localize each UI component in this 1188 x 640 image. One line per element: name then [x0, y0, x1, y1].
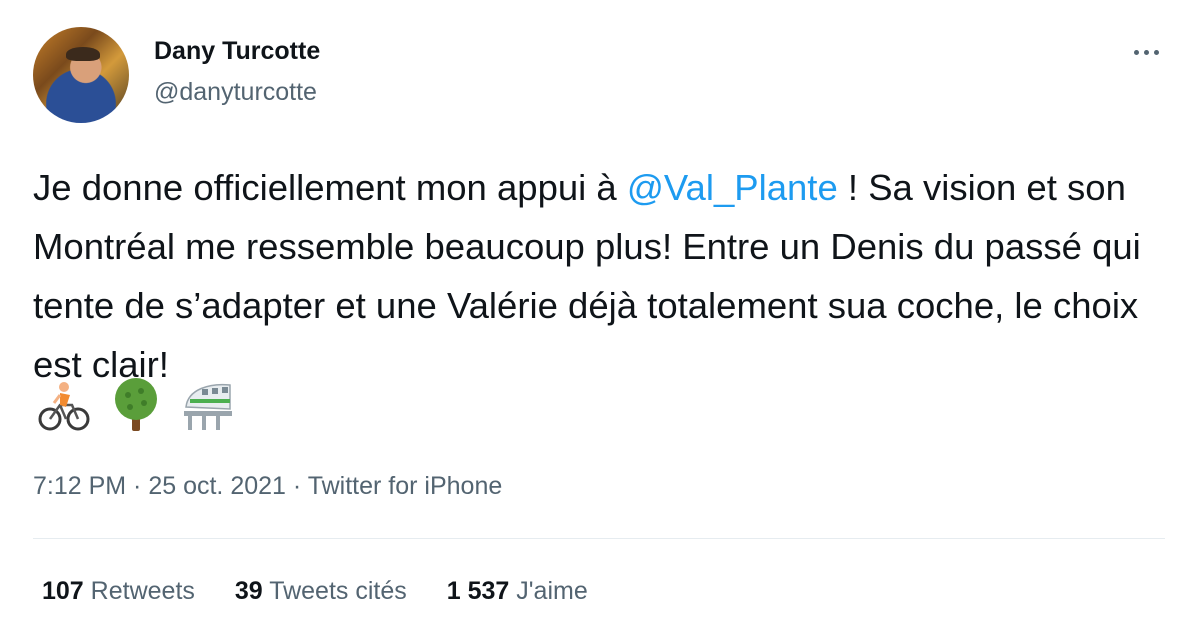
- meta-separator: ·: [285, 472, 308, 500]
- retweets-stat[interactable]: 107 Retweets: [42, 577, 195, 606]
- retweets-count: 107: [42, 577, 84, 605]
- tweet-meta: 7:12 PM · 25 oct. 2021 · Twitter for iPh…: [33, 472, 502, 501]
- likes-count: 1 537: [446, 577, 510, 605]
- tweet-source[interactable]: Twitter for iPhone: [308, 472, 503, 500]
- monorail-icon: [184, 383, 232, 430]
- tweet-time[interactable]: 7:12 PM: [33, 472, 126, 500]
- quotes-stat[interactable]: 39 Tweets cités: [235, 577, 407, 606]
- quotes-label: Tweets cités: [269, 577, 407, 605]
- tree-icon: [115, 378, 157, 431]
- likes-stat[interactable]: 1 537 J'aime: [447, 577, 588, 606]
- author-name[interactable]: Dany Turcotte: [154, 37, 320, 66]
- emoji-row: [36, 377, 236, 433]
- bicyclist-icon: [38, 382, 90, 431]
- author-handle[interactable]: @danyturcotte: [154, 78, 317, 107]
- divider: [33, 538, 1165, 539]
- quotes-count: 39: [234, 577, 263, 605]
- more-dot: [1153, 49, 1159, 55]
- avatar[interactable]: [33, 27, 129, 123]
- more-dot: [1143, 49, 1149, 55]
- avatar-hair: [66, 47, 100, 61]
- retweets-label: Retweets: [90, 577, 195, 605]
- meta-separator: ·: [126, 472, 149, 500]
- more-options-icon[interactable]: [1124, 40, 1168, 64]
- tweet-text-start: Je donne officiellement mon appui à: [33, 167, 627, 208]
- mention-link[interactable]: @Val_Plante: [627, 167, 838, 208]
- more-dot: [1133, 49, 1139, 55]
- likes-label: J'aime: [516, 577, 588, 605]
- tweet-stats: 107 Retweets 39 Tweets cités 1 537 J'aim…: [42, 577, 588, 606]
- tweet-date[interactable]: 25 oct. 2021: [148, 472, 286, 500]
- tweet-text: Je donne officiellement mon appui à @Val…: [33, 158, 1153, 394]
